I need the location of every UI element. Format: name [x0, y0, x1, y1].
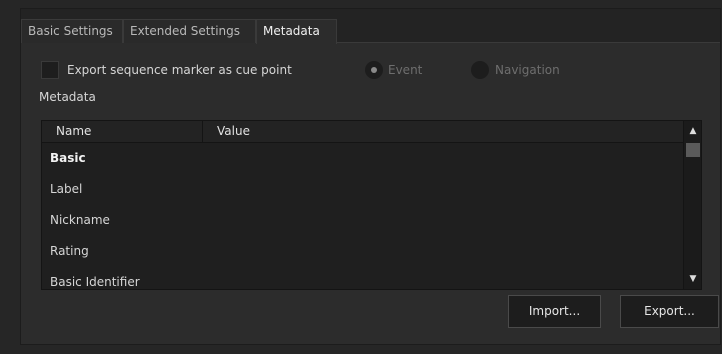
- metadata-settings-panel: Basic Settings Extended Settings Metadat…: [20, 8, 721, 345]
- event-radio-label: Event: [388, 63, 423, 77]
- export-button[interactable]: Export...: [620, 295, 719, 328]
- table-row[interactable]: Basic Identifier: [42, 267, 697, 289]
- column-header-value[interactable]: Value: [203, 121, 697, 143]
- table-row[interactable]: Label: [42, 174, 697, 205]
- triangle-up-icon[interactable]: ▲: [684, 126, 701, 136]
- table-header: Name Value: [42, 121, 697, 143]
- metadata-section-label: Metadata: [39, 90, 96, 104]
- tab-extended-settings[interactable]: Extended Settings: [123, 19, 256, 43]
- column-header-name[interactable]: Name: [42, 121, 203, 143]
- export-marker-label: Export sequence marker as cue point: [67, 63, 292, 77]
- radio-selected-dot: [371, 67, 377, 73]
- tab-metadata[interactable]: Metadata: [256, 19, 337, 44]
- scrollbar-thumb[interactable]: [686, 143, 700, 157]
- import-button[interactable]: Import...: [508, 295, 601, 328]
- table-row[interactable]: Nickname: [42, 205, 697, 236]
- vertical-scrollbar[interactable]: ▲ ▼: [683, 121, 701, 289]
- tab-bar: Basic Settings Extended Settings Metadat…: [21, 9, 720, 44]
- table-row[interactable]: Basic: [42, 143, 697, 174]
- triangle-down-icon[interactable]: ▼: [684, 274, 701, 284]
- navigation-radio[interactable]: [471, 61, 489, 79]
- navigation-radio-label: Navigation: [495, 63, 560, 77]
- tab-basic-settings[interactable]: Basic Settings: [21, 19, 123, 43]
- event-radio[interactable]: [365, 61, 383, 79]
- table-row[interactable]: Rating: [42, 236, 697, 267]
- export-marker-checkbox[interactable]: [41, 61, 59, 79]
- metadata-table[interactable]: Name Value Basic Label Nickname Rating B…: [41, 120, 702, 290]
